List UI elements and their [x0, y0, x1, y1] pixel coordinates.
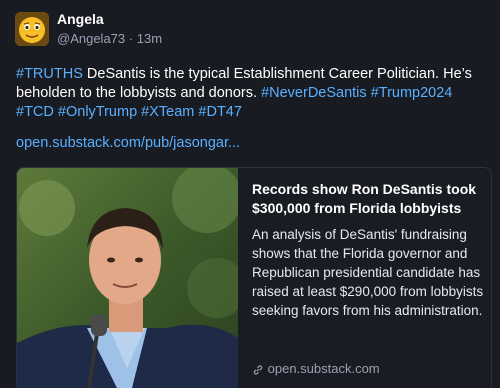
meta-separator: ·: [128, 31, 134, 46]
avatar-emoji-icon: [15, 12, 49, 46]
post: Angela @Angela73 · 13m #TRUTHS DeSantis …: [0, 0, 500, 388]
hashtag-onlytrump[interactable]: #OnlyTrump: [58, 104, 137, 120]
hashtag-dt47[interactable]: #DT47: [198, 104, 242, 120]
avatar[interactable]: [15, 12, 49, 46]
card-domain-row: open.substack.com: [252, 360, 380, 376]
link-preview-card[interactable]: Records show Ron DeSantis took $300,000 …: [16, 167, 492, 388]
card-title[interactable]: Records show Ron DeSantis took $300,000 …: [252, 180, 482, 218]
post-link[interactable]: open.substack.com/pub/jasongar...: [16, 135, 240, 151]
hashtag-tcd[interactable]: #TCD: [16, 104, 54, 120]
author-name[interactable]: Angela: [57, 11, 104, 27]
card-thumbnail: [17, 168, 238, 388]
hashtag-neverdesantis[interactable]: #NeverDeSantis: [261, 85, 367, 101]
author-meta: @Angela73 · 13m: [57, 31, 162, 46]
link-icon: [252, 361, 268, 376]
post-time[interactable]: 13m: [137, 31, 162, 46]
card-domain: open.substack.com: [267, 361, 380, 377]
author-handle[interactable]: @Angela73: [57, 31, 125, 46]
hashtag-truths[interactable]: #TRUTHS: [16, 66, 83, 82]
post-text: #TRUTHS DeSantis is the typical Establis…: [16, 65, 486, 122]
card-description: An analysis of DeSantis' fundraising sho…: [252, 227, 484, 318]
hashtag-xteam[interactable]: #XTeam: [141, 104, 194, 120]
hashtag-trump2024[interactable]: #Trump2024: [371, 85, 453, 101]
thumbnail-photo: [17, 168, 238, 388]
